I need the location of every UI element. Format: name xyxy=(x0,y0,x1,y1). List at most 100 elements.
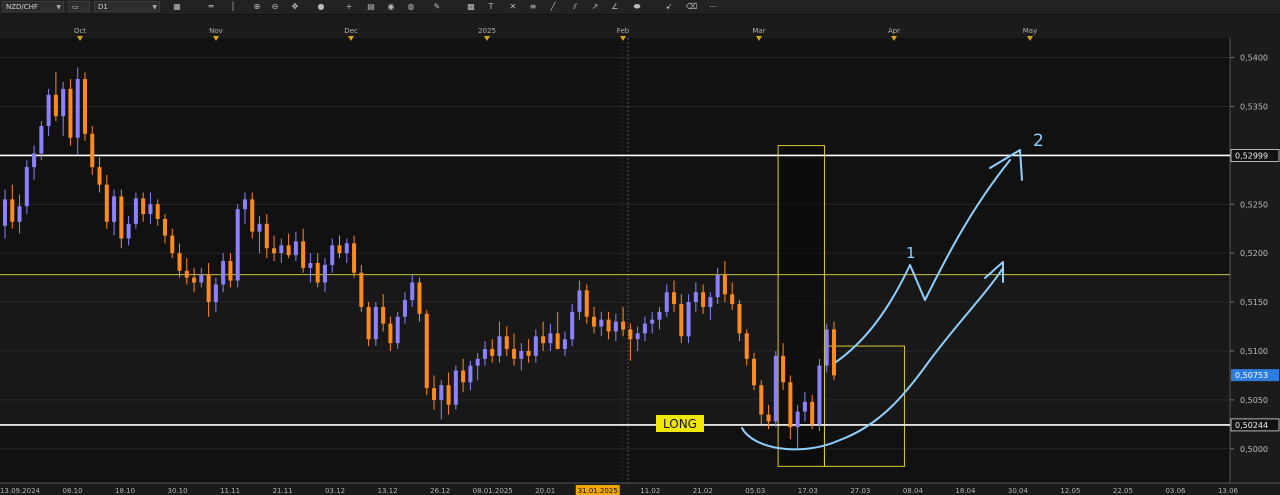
price-tick-label: 0,5000 xyxy=(1240,445,1268,454)
candle-body xyxy=(781,355,786,383)
month-label: Apr xyxy=(888,27,900,35)
candle-body xyxy=(221,260,226,285)
candle-body xyxy=(286,245,291,256)
candle-body xyxy=(708,297,713,307)
candle-body xyxy=(584,290,589,317)
price-tick-label: 0,5100 xyxy=(1240,347,1268,356)
candle-body xyxy=(555,333,560,350)
date-tick-label: 08.04 xyxy=(903,487,924,495)
long-label: LONG xyxy=(663,417,697,431)
price-tick-label: 0,5150 xyxy=(1240,298,1268,307)
candle-body xyxy=(504,336,509,350)
candle-body xyxy=(381,306,386,324)
candle-body xyxy=(693,292,698,303)
candle-body xyxy=(133,198,138,224)
level-price-label: 0,50244 xyxy=(1235,421,1268,430)
date-tick-label: 22.05 xyxy=(1113,487,1133,495)
date-tick-label: 08.01.2025 xyxy=(473,487,513,495)
candle-body xyxy=(512,349,517,359)
candle-body xyxy=(715,274,720,298)
month-label: Oct xyxy=(74,27,86,35)
candle-body xyxy=(497,336,502,356)
candle-body xyxy=(308,262,313,268)
candle-body xyxy=(453,370,458,405)
candle-body xyxy=(730,294,735,305)
candle-body xyxy=(526,350,531,356)
candle-body xyxy=(61,88,66,117)
date-tick-label: 03.12 xyxy=(325,487,345,495)
candle-body xyxy=(301,241,306,268)
candle-body xyxy=(475,358,480,366)
date-tick-label: 21.11 xyxy=(273,487,293,495)
candle-body xyxy=(373,306,378,340)
candle-body xyxy=(199,274,204,283)
candle-body xyxy=(759,385,764,415)
date-tick-label: 30.04 xyxy=(1008,487,1029,495)
candle-body xyxy=(90,133,95,168)
candle-body xyxy=(613,321,618,332)
month-label: May xyxy=(1023,27,1037,35)
month-label: Mar xyxy=(752,27,765,35)
candle-body xyxy=(235,209,240,281)
candle-body xyxy=(155,204,160,219)
current-price-label: 0,50753 xyxy=(1235,371,1268,380)
price-tick-label: 0,5400 xyxy=(1240,54,1268,63)
candle-body xyxy=(213,284,218,303)
candle-body xyxy=(17,206,22,222)
candle-body xyxy=(112,196,117,222)
candle-body xyxy=(68,88,73,138)
candle-body xyxy=(177,253,182,271)
candle-body xyxy=(395,316,400,344)
candle-body xyxy=(359,272,364,307)
candle-body xyxy=(315,262,320,283)
candle-body xyxy=(97,167,102,185)
price-tick-label: 0,5050 xyxy=(1240,396,1268,405)
candle-body xyxy=(432,388,437,400)
price-tick-label: 0,5350 xyxy=(1240,102,1268,111)
candle-body xyxy=(104,184,109,222)
candle-body xyxy=(548,333,553,344)
date-tick-label: 11.11 xyxy=(220,487,240,495)
date-tick-label: 03.06 xyxy=(1165,487,1186,495)
candle-body xyxy=(482,349,487,359)
price-chart[interactable]: Oct Nov Dec 2025 Feb Mar Apr May 1 2 0,5400 0,535… xyxy=(0,0,1280,495)
candle-body xyxy=(388,323,393,344)
candle-body xyxy=(184,270,189,278)
date-tick-label: 13.09.2024 xyxy=(0,487,41,495)
date-tick-label: 31.01.2025 xyxy=(578,487,618,495)
month-label: 2025 xyxy=(478,27,496,35)
candle-body xyxy=(606,319,611,332)
plot-background xyxy=(0,38,1280,484)
candle-body xyxy=(701,292,706,307)
candle-body xyxy=(766,414,771,422)
candle-body xyxy=(366,306,371,340)
candle-body xyxy=(32,153,37,168)
annotation-labels: LONG xyxy=(656,415,704,432)
candle-body xyxy=(541,336,546,344)
candle-body xyxy=(533,336,538,356)
candle-body xyxy=(810,401,815,425)
candle-body xyxy=(744,333,749,359)
date-tick-label: 12.05 xyxy=(1060,487,1080,495)
candle-body xyxy=(206,274,211,303)
candle-body xyxy=(119,196,124,239)
candle-body xyxy=(10,199,15,222)
candle-body xyxy=(170,235,175,254)
mid-zone-shade xyxy=(0,274,1230,425)
candle-body xyxy=(832,329,836,376)
candle-body xyxy=(141,198,146,215)
date-tick-label: 30.10 xyxy=(168,487,188,495)
candle-body xyxy=(242,199,247,210)
date-tick-label: 13.12 xyxy=(378,487,398,495)
candle-body xyxy=(672,292,677,305)
candle-body xyxy=(657,311,662,320)
date-tick-label: 18.04 xyxy=(955,487,976,495)
candle-body xyxy=(577,290,582,312)
candle-body xyxy=(795,411,800,428)
price-tick-label: 0,5250 xyxy=(1240,200,1268,209)
candle-body xyxy=(264,223,269,249)
date-axis[interactable]: 13.09.2024 08.10 18.10 30.10 11.11 21.11 03.12… xyxy=(0,485,1239,495)
candle-body xyxy=(410,282,415,301)
candle-body xyxy=(53,94,58,117)
wave-1-label: 1 xyxy=(906,244,916,262)
